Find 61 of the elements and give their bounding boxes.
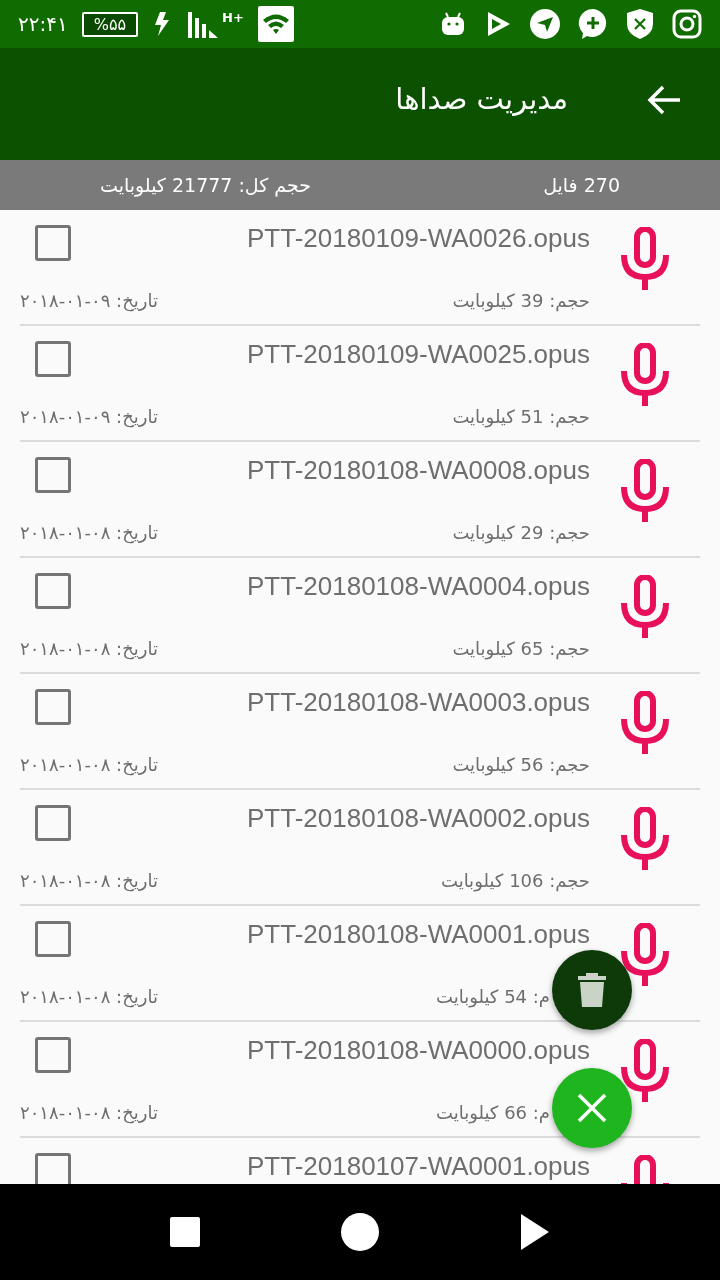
file-date: تاریخ: ۰۸-۰۱-۲۰۱۸ — [20, 985, 158, 1007]
file-name[interactable]: PTT-20180108-WA0002.opus — [246, 803, 590, 834]
file-size: حجم: 56 کیلوبایت — [452, 753, 590, 775]
send-icon — [530, 9, 560, 39]
file-date: تاریخ: ۰۸-۰۱-۲۰۱۸ — [20, 521, 158, 543]
home-icon[interactable] — [340, 1212, 380, 1252]
battery-indicator: %۵۵ — [81, 11, 139, 37]
checkbox[interactable] — [35, 341, 71, 377]
microphone-icon — [620, 459, 670, 523]
close-icon — [575, 1091, 609, 1125]
file-date: تاریخ: ۰۸-۰۱-۲۰۱۸ — [20, 637, 158, 659]
back-nav-icon[interactable] — [518, 1212, 551, 1252]
file-size: حجم: 29 کیلوبایت — [452, 521, 590, 543]
microphone-icon — [620, 343, 670, 407]
file-date: تاریخ: ۰۹-۰۱-۲۰۱۸ — [20, 289, 158, 311]
screen-title: مدیریت صداها — [395, 82, 568, 116]
checkbox[interactable] — [35, 805, 71, 841]
file-date: تاریخ: ۰۸-۰۱-۲۰۱۸ — [20, 869, 158, 891]
file-name[interactable]: PTT-20180108-WA0003.opus — [246, 687, 590, 718]
back-icon[interactable] — [646, 84, 682, 116]
chat-plus-icon — [578, 8, 608, 40]
checkbox[interactable] — [35, 689, 71, 725]
delete-button[interactable] — [552, 950, 632, 1030]
file-date: تاریخ: ۰۸-۰۱-۲۰۱۸ — [20, 1101, 158, 1123]
close-button[interactable] — [552, 1068, 632, 1148]
file-name[interactable]: PTT-20180108-WA0004.opus — [246, 571, 590, 602]
checkbox[interactable] — [35, 457, 71, 493]
microphone-icon — [620, 1039, 670, 1103]
camera-icon — [672, 9, 702, 39]
file-size: حجم: 106 کیلوبایت — [440, 869, 590, 891]
file-date: تاریخ: ۰۸-۰۱-۲۰۱۸ — [20, 753, 158, 775]
checkbox[interactable] — [35, 1037, 71, 1073]
recents-icon[interactable] — [169, 1216, 202, 1248]
file-count: 270 فایل — [543, 174, 620, 196]
clock: ۲۲:۴۱ — [18, 12, 68, 36]
file-name[interactable]: PTT-20180109-WA0025.opus — [246, 339, 590, 370]
file-size: حجم: 65 کیلوبایت — [452, 637, 590, 659]
microphone-icon — [620, 923, 670, 987]
file-name[interactable]: PTT-20180108-WA0000.opus — [246, 1035, 590, 1066]
file-name[interactable]: PTT-20180109-WA0026.opus — [246, 223, 590, 254]
microphone-icon — [620, 227, 670, 291]
file-date: تاریخ: ۰۹-۰۱-۲۰۱۸ — [20, 405, 158, 427]
microphone-icon — [620, 575, 670, 639]
checkbox[interactable] — [35, 225, 71, 261]
network-type: H+ — [222, 10, 244, 25]
trash-icon — [577, 971, 607, 1009]
file-name[interactable]: PTT-20180108-WA0001.opus — [246, 919, 590, 950]
android-icon — [440, 11, 466, 37]
file-size: م: 66 کیلوبایت — [436, 1101, 550, 1123]
wifi-icon — [257, 6, 294, 42]
file-name[interactable]: PTT-20180107-WA0001.opus — [246, 1151, 590, 1182]
checkbox[interactable] — [35, 573, 71, 609]
file-name[interactable]: PTT-20180108-WA0008.opus — [246, 455, 590, 486]
file-size: حجم: 51 کیلوبایت — [452, 405, 590, 427]
checkbox[interactable] — [35, 921, 71, 957]
shield-icon — [626, 8, 654, 40]
total-size: حجم کل: 21777 کیلوبایت — [100, 174, 311, 196]
file-size: م: 54 کیلوبایت — [436, 985, 550, 1007]
file-size: حجم: 39 کیلوبایت — [452, 289, 590, 311]
microphone-icon — [620, 691, 670, 755]
microphone-icon — [620, 807, 670, 871]
